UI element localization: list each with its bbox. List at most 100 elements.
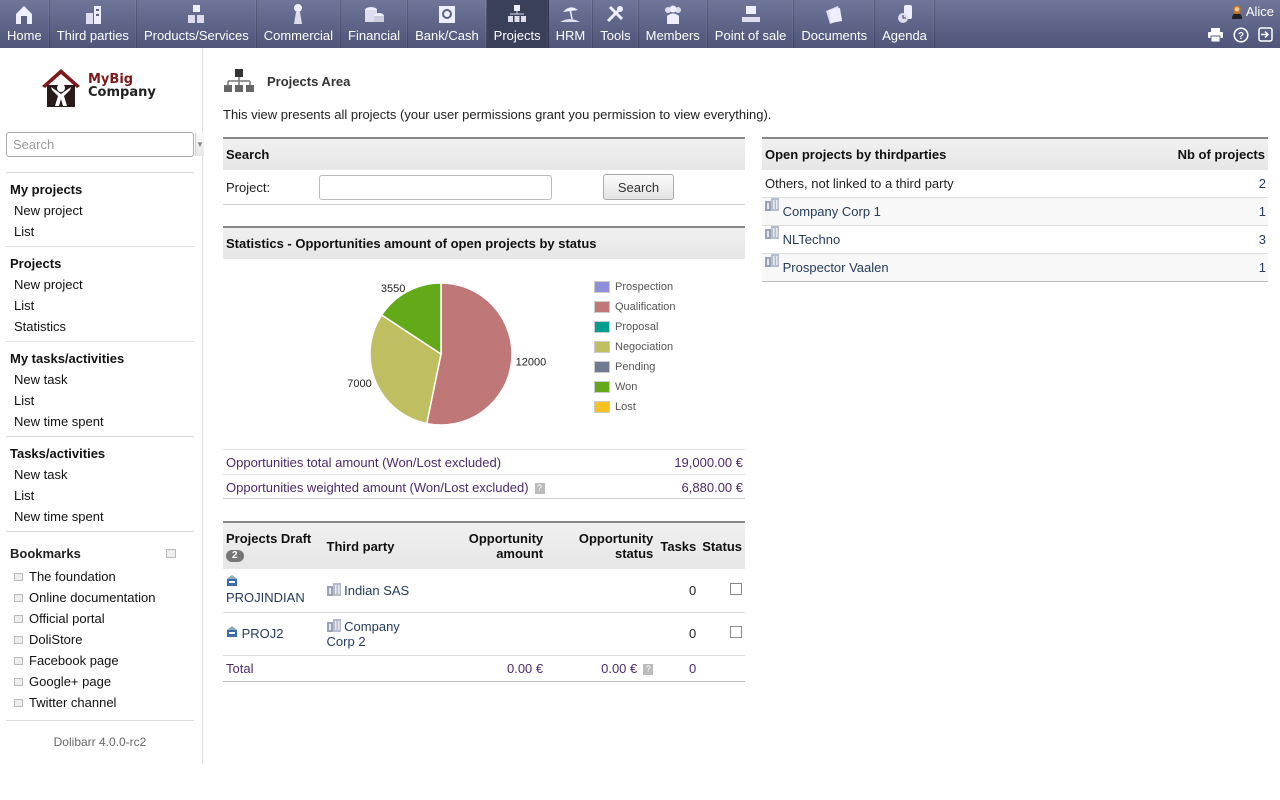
project-count-link[interactable]: 1 — [1259, 254, 1266, 281]
top-menu-label: Point of sale — [714, 28, 787, 43]
tools-icon — [602, 3, 628, 25]
statistics-panel: Statistics - Opportunities amount of ope… — [223, 226, 745, 499]
menu-item[interactable]: List — [6, 221, 194, 242]
menu-item[interactable]: List — [6, 390, 194, 411]
statistics-panel-header: Statistics - Opportunities amount of ope… — [223, 228, 745, 259]
menu-item[interactable]: New project — [6, 274, 194, 295]
help-icon[interactable]: ? — [643, 663, 654, 675]
top-menu-agenda[interactable]: Agenda — [875, 0, 935, 48]
bookmark-item[interactable]: Facebook page — [6, 650, 194, 671]
help-icon[interactable]: ? — [1232, 26, 1249, 43]
top-menu-label: Products/Services — [143, 28, 249, 43]
menu-item[interactable]: List — [6, 295, 194, 316]
home-icon — [11, 3, 37, 25]
top-menu-hrm[interactable]: HRM — [549, 0, 594, 48]
help-icon[interactable]: ? — [534, 483, 545, 495]
menu-item[interactable]: List — [6, 485, 194, 506]
page-title: Projects Area — [223, 68, 350, 94]
top-menu-financial[interactable]: Financial — [341, 0, 409, 48]
menu-item[interactable]: Statistics — [6, 316, 194, 337]
bookmark-item[interactable]: Twitter channel — [6, 692, 194, 713]
col-status: Status — [699, 523, 745, 569]
opportunities-pie-chart: 12000 7000 3550 Prospection Qualification Pr… — [223, 259, 745, 449]
col-opportunity-amount: Opportunity amount — [422, 523, 547, 569]
top-menu-third-parties[interactable]: Third parties — [50, 0, 137, 48]
menu-block: Tasks/activities New task List New time spe… — [6, 436, 194, 531]
top-menu-products-services[interactable]: Products/Services — [137, 0, 257, 48]
menu-item[interactable]: New project — [6, 200, 194, 221]
menu-item[interactable]: New time spent — [6, 411, 194, 432]
thirdparty-row: Company Corp 1 1 — [762, 198, 1268, 226]
opp-status-cell — [546, 612, 657, 656]
top-menu-tools[interactable]: Tools — [593, 0, 639, 48]
print-icon[interactable] — [1207, 26, 1224, 43]
sidebar-search-input[interactable] — [7, 133, 195, 156]
bookmark-item[interactable]: Official portal — [6, 608, 194, 629]
company-icon — [765, 226, 779, 239]
project-search-label: Project: — [226, 179, 271, 195]
status-checkbox-icon[interactable] — [730, 626, 742, 638]
status-checkbox-icon[interactable] — [730, 582, 742, 595]
bookmark-item[interactable]: Online documentation — [6, 587, 194, 608]
bookmark-item[interactable]: The foundation — [6, 566, 194, 587]
legend-label: Qualification — [615, 301, 676, 313]
projects-hierarchy-icon — [224, 69, 254, 92]
legend-swatch — [594, 321, 610, 333]
menu-block-title[interactable]: Tasks/activities — [6, 443, 194, 464]
top-menu-projects[interactable]: Projects — [486, 0, 549, 48]
chevron-down-icon[interactable]: ▼ — [195, 133, 204, 156]
project-link[interactable]: PROJ2 — [226, 626, 284, 641]
menu-block-title[interactable]: Projects — [6, 253, 194, 274]
legend-swatch — [594, 401, 610, 413]
menu-item[interactable]: New time spent — [6, 506, 194, 527]
thirdparty-link[interactable]: NLTechno — [765, 226, 840, 253]
search-button[interactable]: Search — [603, 174, 674, 200]
menu-item[interactable]: New task — [6, 369, 194, 390]
top-menu-members[interactable]: Members — [639, 0, 708, 48]
thirdparty-link[interactable]: Company Corp 1 — [765, 198, 881, 225]
user-name: Alice — [1245, 4, 1274, 19]
bookmark-edit-icon[interactable] — [166, 549, 176, 558]
bookmarks-title[interactable]: Bookmarks — [6, 542, 194, 566]
chart-legend: Prospection Qualification Proposal Negociat… — [594, 277, 676, 417]
thirdparty-link[interactable]: Indian SAS — [326, 582, 409, 598]
bookmark-item[interactable]: DoliStore — [6, 629, 194, 650]
menu-block-title[interactable]: My tasks/activities — [6, 348, 194, 369]
top-right-area: Alice ? — [1184, 2, 1274, 46]
menu-item[interactable]: New task — [6, 464, 194, 485]
table-row: PROJINDIAN Indian SAS 0 — [223, 569, 745, 613]
stat-weighted-row: Opportunities weighted amount (Won/Lost … — [223, 474, 745, 499]
thirdparty-link[interactable]: Prospector Vaalen — [765, 254, 889, 281]
top-menu: Home Third parties Products/Services Commer… — [0, 0, 935, 48]
thirdparty-cell: Indian SAS — [323, 569, 423, 613]
company-logo[interactable]: MyBig Company — [40, 66, 160, 108]
boxes-icon — [183, 3, 209, 25]
project-icon — [227, 626, 237, 637]
logout-icon[interactable] — [1257, 26, 1274, 43]
project-count-link[interactable]: 2 — [1259, 170, 1266, 197]
project-count-link[interactable]: 1 — [1259, 198, 1266, 225]
top-menu-label: Home — [7, 28, 42, 43]
table-row: PROJ2 Company Corp 2 0 — [223, 612, 745, 656]
top-menu-bank-cash[interactable]: Bank/Cash — [408, 0, 487, 48]
top-menu-home[interactable]: Home — [0, 0, 50, 48]
legend-item: Negociation — [594, 337, 676, 357]
project-link[interactable]: PROJINDIAN — [226, 575, 305, 605]
folder-icon — [821, 3, 847, 25]
sidebar-search[interactable]: ▼ — [6, 132, 204, 157]
thirdparty-link[interactable]: Company Corp 2 — [326, 618, 400, 649]
bookmark-icon — [14, 614, 23, 623]
project-ref-cell: PROJINDIAN — [223, 569, 324, 613]
top-menu-documents[interactable]: Documents — [794, 0, 876, 48]
user-login[interactable]: Alice — [1231, 4, 1274, 19]
top-menu-point-of-sale[interactable]: Point of sale — [708, 0, 795, 48]
project-search-input[interactable] — [319, 174, 552, 200]
top-menu-commercial[interactable]: Commercial — [257, 0, 342, 48]
bookmark-item[interactable]: Google+ page — [6, 671, 194, 692]
members-icon — [660, 3, 686, 25]
bookmark-icon — [14, 698, 23, 707]
project-count-link[interactable]: 3 — [1259, 226, 1266, 253]
menu-block-title[interactable]: My projects — [6, 179, 194, 200]
thirdparty-name: Others, not linked to a third party — [765, 176, 954, 191]
legend-label: Proposal — [615, 321, 659, 333]
